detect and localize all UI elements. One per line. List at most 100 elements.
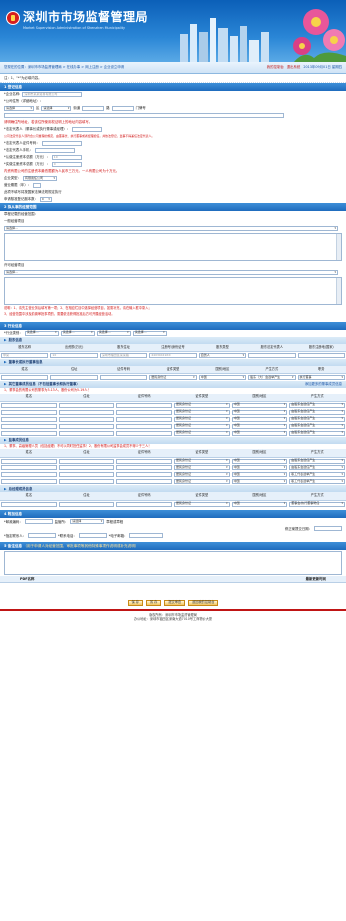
shareholder-name-input[interactable]: 甲某	[1, 353, 49, 358]
my-console-link[interactable]: 我的控制台	[267, 65, 284, 69]
supervisor-idtype-select[interactable]: 居民身份证	[173, 465, 230, 471]
remarks-textarea[interactable]	[4, 551, 342, 576]
other-director-address-input[interactable]	[58, 402, 115, 408]
temp-save-button[interactable]: 暂 存	[145, 600, 162, 607]
manager-country-select[interactable]: 中国	[231, 502, 288, 507]
supervisor-address-input[interactable]	[58, 465, 115, 471]
address-city-select[interactable]: 请选择	[4, 106, 34, 111]
licensed-scope-select[interactable]: 请选择...	[4, 270, 338, 275]
address-district-select[interactable]: 请选择	[41, 106, 72, 111]
other-director-address-input[interactable]	[58, 430, 115, 436]
director-idtype-select[interactable]: 居民身份证	[149, 375, 197, 380]
copies-select[interactable]: 0	[39, 197, 52, 202]
dept-select[interactable]: 请选择	[70, 519, 105, 525]
other-director-country-select[interactable]: 中国	[231, 403, 288, 408]
logout-link[interactable]: 退出系统	[287, 65, 301, 69]
other-director-method-select[interactable]: 由股东会选任产生	[289, 430, 345, 436]
supervisor-id-input[interactable]	[116, 479, 172, 485]
general-scope-textarea[interactable]	[4, 233, 342, 261]
other-director-address-input[interactable]	[58, 409, 115, 415]
supervisor-address-input[interactable]	[58, 479, 115, 485]
submit-button[interactable]: 提交审查	[164, 600, 186, 607]
supervisor-country-select[interactable]: 中国	[231, 472, 288, 478]
email-input[interactable]	[129, 533, 164, 539]
supervisor-method-select[interactable]: 职工代表选举产生	[289, 472, 345, 478]
supervisor-method-select[interactable]: 职工代表选举产生	[289, 479, 345, 485]
term-input[interactable]	[33, 183, 42, 188]
paid-capital-input[interactable]: 0	[51, 162, 82, 167]
other-director-method-select[interactable]: 由股东会选任产生	[289, 409, 345, 415]
shareholder-amount-input[interactable]: 10	[50, 353, 98, 358]
director-id-input[interactable]	[99, 374, 148, 380]
supervisor-id-input[interactable]	[116, 472, 172, 478]
supervisor-name-input[interactable]	[1, 465, 57, 471]
other-director-id-input[interactable]	[116, 423, 172, 429]
capital-input[interactable]: 10	[51, 155, 82, 160]
director-method-select[interactable]: 股东（大）会选举产生	[248, 375, 296, 380]
shareholder-id-input[interactable]: 44030419XX	[149, 353, 197, 358]
company-type-select[interactable]: 有限责任公司	[22, 176, 57, 181]
supervisor-idtype-select[interactable]: 居民身份证	[173, 472, 230, 478]
other-director-name-input[interactable]	[1, 402, 57, 408]
supervisor-country-select[interactable]: 中国	[231, 459, 288, 464]
supervisor-id-input[interactable]	[116, 458, 172, 464]
zip-input[interactable]	[24, 519, 53, 525]
address-detail-input[interactable]	[4, 113, 284, 118]
other-director-address-input[interactable]	[58, 416, 115, 422]
other-director-idtype-select[interactable]: 居民身份证	[173, 423, 230, 429]
add-director-link[interactable]: 添加更多的董事成员信息	[305, 382, 342, 386]
shareholder-type-select[interactable]: 自然人	[198, 353, 247, 358]
shareholder-address-input[interactable]: 深圳市福田区某某路	[99, 353, 148, 358]
rep-phone-input[interactable]	[34, 148, 75, 153]
other-director-method-select[interactable]: 由股东会选任产生	[289, 403, 345, 408]
other-director-country-select[interactable]: 中国	[231, 416, 288, 422]
other-director-country-select[interactable]: 中国	[231, 430, 288, 436]
supervisor-address-input[interactable]	[58, 458, 115, 464]
other-director-id-input[interactable]	[116, 416, 172, 422]
supervisor-method-select[interactable]: 由股东会选任产生	[289, 465, 345, 471]
scrollbar[interactable]	[336, 234, 341, 260]
other-director-name-input[interactable]	[1, 416, 57, 422]
supervisor-method-select[interactable]: 由股东会选任产生	[289, 459, 345, 464]
manager-name-input[interactable]	[1, 501, 57, 507]
supervisor-name-input[interactable]	[1, 472, 57, 478]
contact-input[interactable]	[28, 533, 57, 539]
supervisor-country-select[interactable]: 中国	[231, 465, 288, 471]
other-director-method-select[interactable]: 由股东会选任产生	[289, 423, 345, 429]
licensed-scope-textarea[interactable]	[4, 277, 342, 305]
director-address-input[interactable]	[50, 374, 98, 380]
street-input[interactable]	[82, 106, 105, 111]
manager-method-select[interactable]: 董事会/执行董事聘任	[289, 502, 345, 507]
other-director-id-input[interactable]	[116, 402, 172, 408]
supervisor-country-select[interactable]: 中国	[231, 479, 288, 485]
supervisor-idtype-select[interactable]: 居民身份证	[173, 479, 230, 485]
industry-select-4[interactable]: 请选择...	[132, 331, 167, 336]
other-director-idtype-select[interactable]: 居民身份证	[173, 403, 230, 408]
shareholder-country-input[interactable]	[297, 352, 345, 358]
other-director-name-input[interactable]	[1, 423, 57, 429]
industry-select-2[interactable]: 请选择...	[60, 331, 95, 336]
manager-id-input[interactable]	[116, 501, 172, 507]
amend-date-input[interactable]	[314, 526, 342, 532]
other-director-id-input[interactable]	[116, 409, 172, 415]
other-director-country-select[interactable]: 中国	[231, 409, 288, 415]
shareholder-rep-input[interactable]	[248, 352, 296, 358]
director-country-select[interactable]: 中国	[198, 375, 247, 380]
rep-id-input[interactable]	[41, 141, 82, 146]
breadcrumb[interactable]: 您现在的位置：深圳市市场监督管理局 > 在线办事 > 网上注册 > 企业设立申请	[4, 65, 124, 69]
other-director-idtype-select[interactable]: 居民身份证	[173, 430, 230, 436]
manager-address-input[interactable]	[58, 501, 115, 507]
phone-input[interactable]	[78, 533, 107, 539]
other-director-name-input[interactable]	[1, 409, 57, 415]
supervisor-name-input[interactable]	[1, 458, 57, 464]
supervisor-name-input[interactable]	[1, 479, 57, 485]
other-director-idtype-select[interactable]: 居民身份证	[173, 409, 230, 415]
other-director-id-input[interactable]	[116, 430, 172, 436]
other-director-address-input[interactable]	[58, 423, 115, 429]
supervisor-id-input[interactable]	[116, 465, 172, 471]
company-name-input[interactable]: 深圳市某某贸易有限公司	[22, 92, 83, 97]
director-name-input[interactable]	[1, 374, 49, 380]
back-to-console-button[interactable]: 返回我的控制台	[188, 600, 219, 607]
other-director-name-input[interactable]	[1, 430, 57, 436]
legal-rep-input[interactable]	[72, 127, 103, 132]
